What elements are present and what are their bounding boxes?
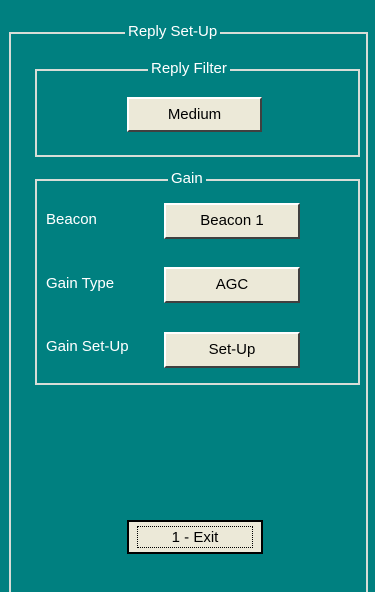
beacon-button[interactable]: Beacon 1 xyxy=(164,203,300,239)
gain-type-label: Gain Type xyxy=(46,275,115,292)
gain-type-button[interactable]: AGC xyxy=(164,267,300,303)
beacon-label: Beacon xyxy=(46,211,97,228)
exit-button[interactable]: 1 - Exit xyxy=(127,520,263,554)
gain-setup-button[interactable]: Set-Up xyxy=(164,332,300,368)
reply-setup-title: Reply Set-Up xyxy=(125,23,221,41)
reply-filter-title: Reply Filter xyxy=(148,60,230,78)
gain-title: Gain xyxy=(168,170,206,188)
exit-button-label: 1 - Exit xyxy=(137,526,253,548)
reply-filter-button[interactable]: Medium xyxy=(127,97,262,132)
gain-setup-label: Gain Set-Up xyxy=(46,338,129,355)
